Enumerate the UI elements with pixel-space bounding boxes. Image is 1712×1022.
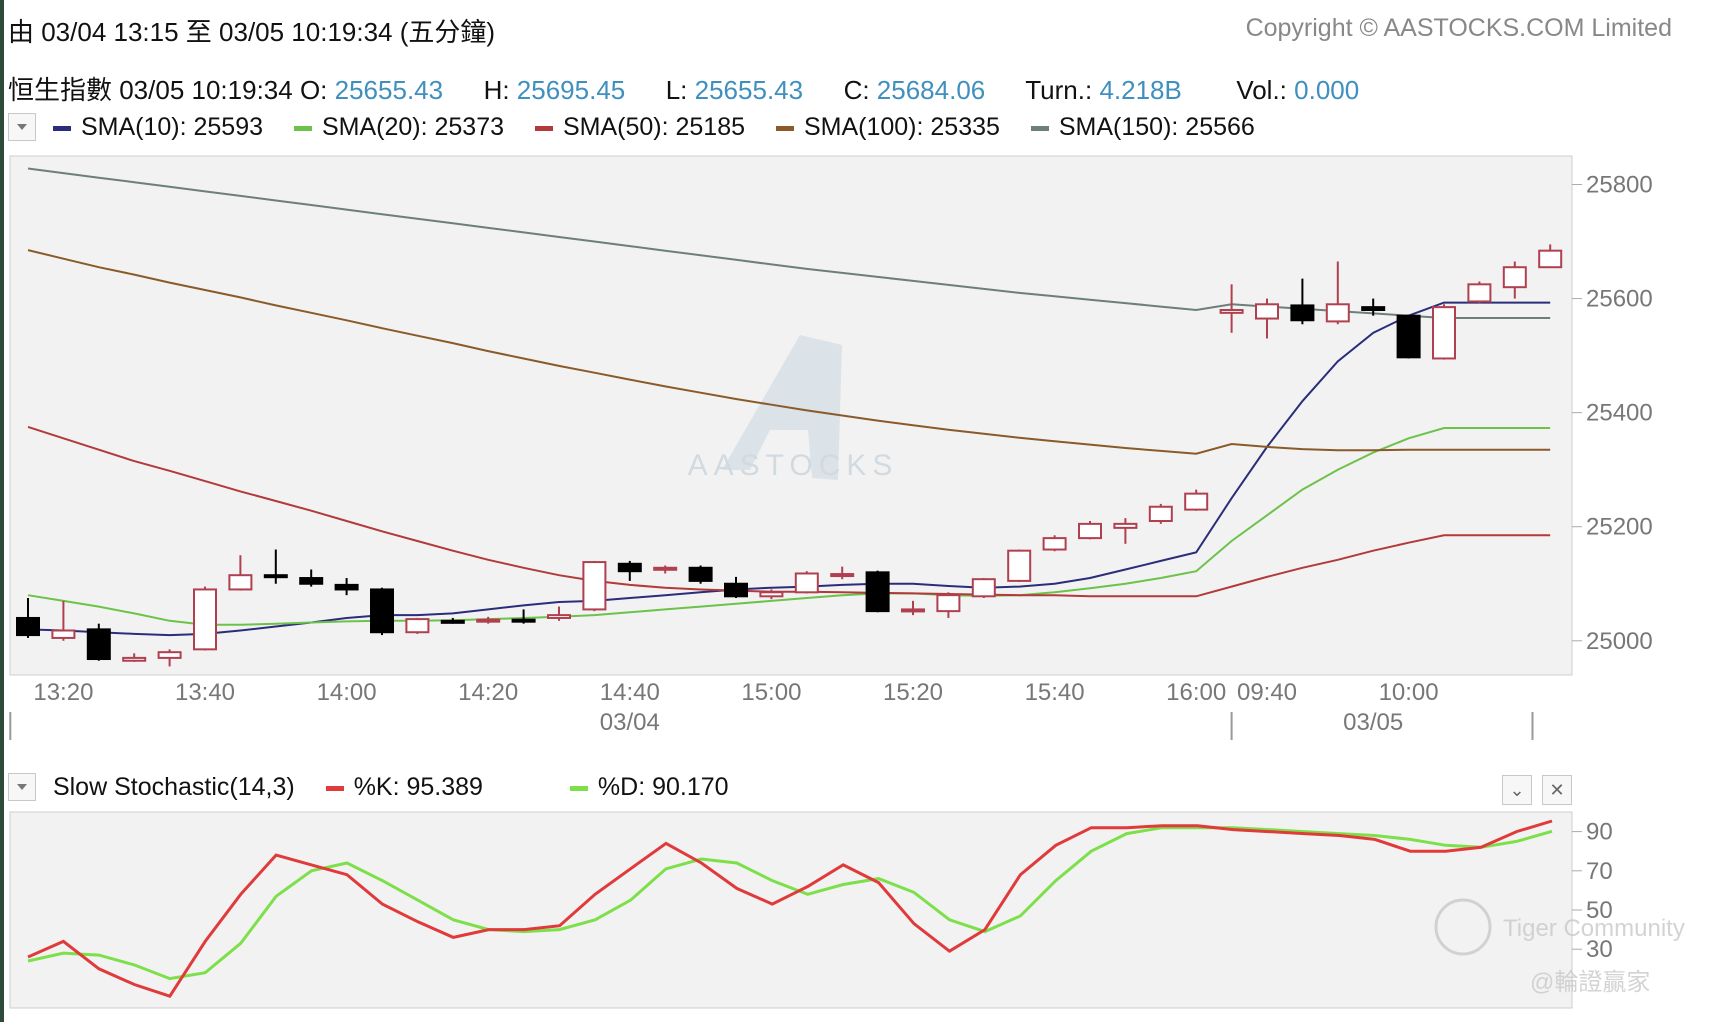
candle-body: [971, 578, 996, 598]
candle: [1432, 304, 1456, 360]
candle-body: [1290, 304, 1315, 322]
time-tick-label: 16:00: [1166, 679, 1226, 706]
candle-body: [830, 573, 855, 578]
candle: [370, 587, 394, 636]
candle: [971, 578, 996, 599]
time-tick-label: 13:20: [33, 679, 93, 706]
candle: [193, 586, 217, 651]
date-label: 03/05: [1343, 709, 1403, 736]
candle-body: [193, 588, 217, 651]
time-tick-label: 13:40: [175, 679, 235, 706]
stoch-tick-label: 90: [1586, 819, 1613, 846]
candle-body: [1396, 314, 1421, 359]
price-tick-label: 25600: [1586, 286, 1653, 313]
candle-body: [1007, 549, 1032, 582]
candle: [688, 565, 713, 584]
candle-body: [370, 588, 394, 634]
candle-body: [936, 594, 961, 613]
candle-body: [547, 614, 571, 619]
candle-body: [1078, 522, 1102, 540]
candle-body: [865, 571, 890, 613]
candle: [1396, 314, 1421, 359]
candle-body: [1538, 249, 1563, 269]
candle-body: [1361, 306, 1386, 311]
candle: [865, 570, 890, 613]
time-tick-label: 10:00: [1379, 679, 1439, 706]
time-tick-label: 15:40: [1025, 679, 1085, 706]
candle-body: [794, 572, 819, 594]
candle-body: [263, 574, 288, 579]
candle: [405, 617, 430, 634]
time-tick-label: 09:40: [1237, 679, 1297, 706]
candle-body: [86, 628, 111, 661]
candle-body: [688, 566, 713, 582]
main-chart: AASTOCKS 25000 25200 25400 25600 25800 13:20 13…: [9, 155, 1685, 1009]
price-tick-label: 25800: [1586, 172, 1653, 199]
tiger-watermark-text: Tiger Community: [1503, 915, 1685, 942]
candle: [1467, 281, 1492, 304]
candle-body: [724, 582, 748, 598]
candle-body: [334, 583, 359, 591]
watermark-text: AASTOCKS: [688, 449, 899, 482]
time-tick-label: 15:00: [741, 679, 801, 706]
candle: [1007, 549, 1032, 583]
time-tick-label: 14:40: [600, 679, 660, 706]
candle-body: [1184, 492, 1209, 511]
candle-body: [16, 616, 40, 637]
date-label: 03/04: [600, 709, 660, 736]
candle: [794, 571, 819, 594]
candle-body: [617, 562, 642, 573]
time-tick-label: 14:00: [317, 679, 377, 706]
candle-body: [51, 629, 76, 639]
candle-body: [1255, 303, 1279, 320]
candle: [86, 623, 111, 661]
time-tick-label: 14:20: [458, 679, 518, 706]
candle: [1078, 521, 1102, 540]
stoch-tick-label: 70: [1586, 858, 1613, 885]
candle-body: [1148, 505, 1173, 523]
candle-body: [440, 619, 465, 624]
candle-body: [1432, 306, 1456, 360]
candle: [1184, 489, 1209, 511]
candle-body: [1219, 308, 1244, 314]
candle-body: [1502, 266, 1527, 289]
candle: [1148, 503, 1173, 524]
candle-body: [405, 618, 430, 634]
candle-body: [476, 618, 501, 623]
candle-body: [157, 651, 182, 659]
time-tick-label: 15:20: [883, 679, 943, 706]
candle-body: [299, 577, 324, 585]
candle-body: [901, 608, 925, 613]
candle-body: [1113, 522, 1138, 529]
candle-body: [511, 618, 536, 623]
candle-body: [1467, 283, 1492, 303]
candle-body: [1042, 537, 1067, 551]
stochastic-plot-area: [9, 811, 1573, 1009]
tiger-watermark-subtext: @輪證贏家: [1530, 969, 1650, 996]
candle-body: [582, 561, 607, 611]
price-tick-label: 25000: [1586, 628, 1653, 655]
price-tick-label: 25400: [1586, 400, 1653, 427]
candle-body: [653, 566, 678, 571]
price-tick-label: 25200: [1586, 514, 1653, 541]
candle-body: [228, 574, 253, 591]
candle-body: [122, 656, 147, 662]
candle: [1042, 535, 1067, 552]
candle: [582, 560, 607, 612]
candle-body: [1325, 303, 1350, 323]
candle-body: [759, 591, 784, 598]
